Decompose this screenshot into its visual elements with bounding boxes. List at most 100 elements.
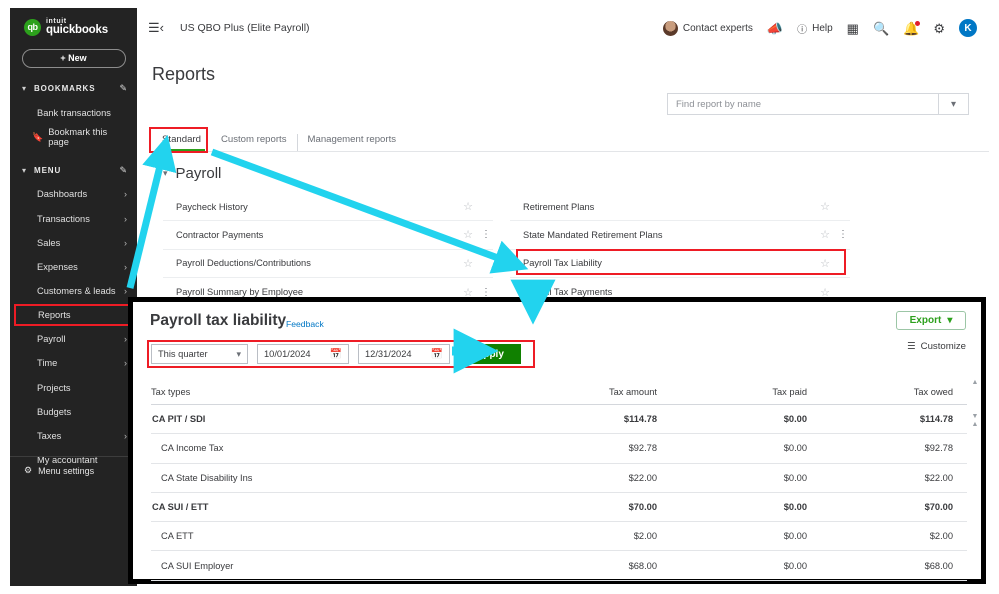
gear-icon: ⚙ xyxy=(24,465,33,475)
calendar-icon[interactable]: 📅 xyxy=(330,349,342,360)
star-icon[interactable]: ☆ xyxy=(463,257,473,270)
kebab-menu-icon[interactable]: ⋮ xyxy=(479,287,493,298)
payroll-section-header[interactable]: ▾ Payroll xyxy=(163,165,221,182)
report-item-state-mandated-retirement-plans[interactable]: State Mandated Retirement Plans ☆ ⋮ xyxy=(510,221,850,250)
sidebar-item-payroll[interactable]: Payroll › xyxy=(10,327,137,351)
table-row[interactable]: CA SUI / ETT $70.00 $0.00 $70.00 xyxy=(151,493,967,523)
menu-settings-button[interactable]: ⚙ Menu settings xyxy=(10,456,137,476)
star-icon[interactable]: ☆ xyxy=(820,257,830,270)
search-icon[interactable]: 🔍 xyxy=(873,22,889,35)
sidebar-item-sales[interactable]: Sales › xyxy=(10,231,137,255)
hamburger-icon[interactable]: ☰‹ xyxy=(148,20,164,36)
tab-custom-reports[interactable]: Custom reports xyxy=(211,134,297,151)
chevron-up-icon[interactable]: ▲ xyxy=(971,421,979,429)
megaphone-icon[interactable]: 📣 xyxy=(767,22,783,35)
table-row[interactable]: CA SUI Employer $68.00 $0.00 $68.00 xyxy=(151,551,967,581)
cell-tax-type: CA Income Tax xyxy=(161,443,224,454)
gear-icon[interactable]: ⚙ xyxy=(933,22,945,35)
question-circle-icon: ⓘ xyxy=(797,24,808,36)
star-icon[interactable]: ☆ xyxy=(463,228,473,241)
sidebar-item-dashboards[interactable]: Dashboards › xyxy=(10,182,137,206)
new-button[interactable]: + New xyxy=(21,48,126,68)
payroll-tax-liability-panel: Payroll tax liability Feedback Export ▾ … xyxy=(128,297,986,584)
sidebar-item-taxes[interactable]: Taxes › xyxy=(10,424,137,448)
tab-label: Management reports xyxy=(307,134,397,145)
chevron-right-icon: › xyxy=(124,261,127,272)
sidebar-item-transactions[interactable]: Transactions › xyxy=(10,206,137,230)
report-item-payroll-tax-liability[interactable]: Payroll Tax Liability ☆ ⋮ xyxy=(510,250,850,278)
edit-pencil-icon[interactable]: ✎ xyxy=(119,165,127,176)
report-item-retirement-plans[interactable]: Retirement Plans ☆ ⋮ xyxy=(510,193,850,222)
quickbooks-wordmark: quickbooks xyxy=(46,24,108,37)
star-icon[interactable]: ☆ xyxy=(820,200,830,213)
tab-management-reports[interactable]: Management reports xyxy=(296,134,407,151)
apply-button[interactable]: Apply xyxy=(459,344,521,364)
column-header-tax-types: Tax types xyxy=(151,386,191,397)
report-item-paycheck-history[interactable]: Paycheck History ☆ ⋮ xyxy=(163,193,493,222)
menu-section-header[interactable]: ▾ MENU ✎ xyxy=(10,158,137,182)
sidebar-item-projects[interactable]: Projects xyxy=(10,376,137,400)
cell-tax-owed: $70.00 xyxy=(924,502,953,513)
sidebar-item-budgets[interactable]: Budgets xyxy=(10,400,137,424)
star-icon[interactable]: ☆ xyxy=(820,228,830,241)
cell-tax-type: CA SUI / ETT xyxy=(152,502,209,513)
cell-tax-owed: $2.00 xyxy=(929,531,953,542)
export-button[interactable]: Export ▾ xyxy=(896,311,966,330)
sidebar-item-reports[interactable]: Reports xyxy=(14,304,133,327)
page-title: Reports xyxy=(152,64,216,84)
chevron-down-icon[interactable]: ▾ xyxy=(938,94,968,114)
cell-tax-paid: $0.00 xyxy=(783,502,807,513)
cell-tax-owed: $92.78 xyxy=(924,443,953,454)
table-row[interactable]: CA State Disability Ins $22.00 $0.00 $22… xyxy=(151,464,967,493)
end-date-field[interactable]: 12/31/2024 📅 xyxy=(358,344,450,364)
tab-standard[interactable]: Standard xyxy=(152,134,211,152)
sidebar-item-bookmark-this-page[interactable]: 🔖 Bookmark this page xyxy=(10,125,137,149)
sidebar-item-label: Reports xyxy=(38,310,71,321)
table-row[interactable]: CA PIT / SDI $114.78 $0.00 $114.78 xyxy=(151,405,967,435)
sidebar-item-time[interactable]: Time › xyxy=(10,351,137,375)
table-row[interactable]: CA Income Tax $92.78 $0.00 $92.78 xyxy=(151,434,967,464)
chevron-down-icon: ▾ xyxy=(163,168,168,178)
app-grid-icon[interactable]: ▦ xyxy=(847,22,859,35)
sidebar-item-expenses[interactable]: Expenses › xyxy=(10,255,137,279)
user-avatar[interactable]: K xyxy=(959,19,977,37)
kebab-menu-icon[interactable]: ⋮ xyxy=(479,229,493,240)
bell-icon[interactable]: 🔔 xyxy=(903,20,921,35)
chevron-down-icon[interactable]: ▼ xyxy=(971,413,979,421)
table-row[interactable]: CA ETT $2.00 $0.00 $2.00 xyxy=(151,522,967,552)
top-bar-actions: Contact experts 📣 ⓘ Help ▦ 🔍 🔔 ⚙ K xyxy=(662,19,989,37)
customize-button[interactable]: ☰ Customize xyxy=(907,341,966,352)
cell-tax-owed: $22.00 xyxy=(924,472,953,483)
sidebar-item-bank-transactions[interactable]: Bank transactions xyxy=(10,101,137,125)
table-scrollbar[interactable]: ▲ ▼ ▲ xyxy=(971,379,979,579)
report-name: Payroll Tax Liability xyxy=(523,258,602,269)
search-input[interactable] xyxy=(668,94,938,114)
start-date-field[interactable]: 10/01/2024 📅 xyxy=(257,344,349,364)
report-name: Payroll Deductions/Contributions xyxy=(176,258,311,269)
chevron-up-icon[interactable]: ▲ xyxy=(971,379,979,387)
sliders-icon: ☰ xyxy=(907,341,916,352)
sidebar-item-label: Dashboards xyxy=(37,189,88,200)
report-item-payroll-deductions-contributions[interactable]: Payroll Deductions/Contributions ☆ ⋮ xyxy=(163,250,493,278)
sidebar-item-label: Bank transactions xyxy=(37,107,111,118)
contact-experts-button[interactable]: Contact experts xyxy=(662,20,753,36)
report-item-contractor-payments[interactable]: Contractor Payments ☆ ⋮ xyxy=(163,221,493,250)
calendar-icon[interactable]: 📅 xyxy=(431,349,443,360)
kebab-menu-icon[interactable]: ⋮ xyxy=(836,229,850,240)
report-title: Payroll tax liability xyxy=(150,312,287,329)
sidebar-item-label: Expenses xyxy=(37,261,78,272)
bookmarks-section-header[interactable]: ▾ BOOKMARKS ✎ xyxy=(10,77,137,101)
help-button[interactable]: ⓘ Help xyxy=(797,21,833,36)
report-tabs: Standard Custom reports Management repor… xyxy=(152,129,989,152)
tax-liability-table: Tax types Tax amount Tax paid Tax owed C… xyxy=(151,379,967,581)
find-report-field[interactable]: ▾ xyxy=(667,93,969,115)
edit-pencil-icon[interactable]: ✎ xyxy=(119,83,127,94)
chevron-down-icon: ▾ xyxy=(22,84,27,94)
star-icon[interactable]: ☆ xyxy=(463,200,473,213)
sidebar-item-customers-and-leads[interactable]: Customers & leads › xyxy=(10,279,137,303)
period-select[interactable]: This quarter ▾ xyxy=(151,344,248,364)
cell-tax-amount: $68.00 xyxy=(628,560,657,571)
feedback-link[interactable]: Feedback xyxy=(286,319,324,329)
cell-tax-paid: $0.00 xyxy=(783,443,807,454)
cell-tax-amount: $70.00 xyxy=(628,502,657,513)
